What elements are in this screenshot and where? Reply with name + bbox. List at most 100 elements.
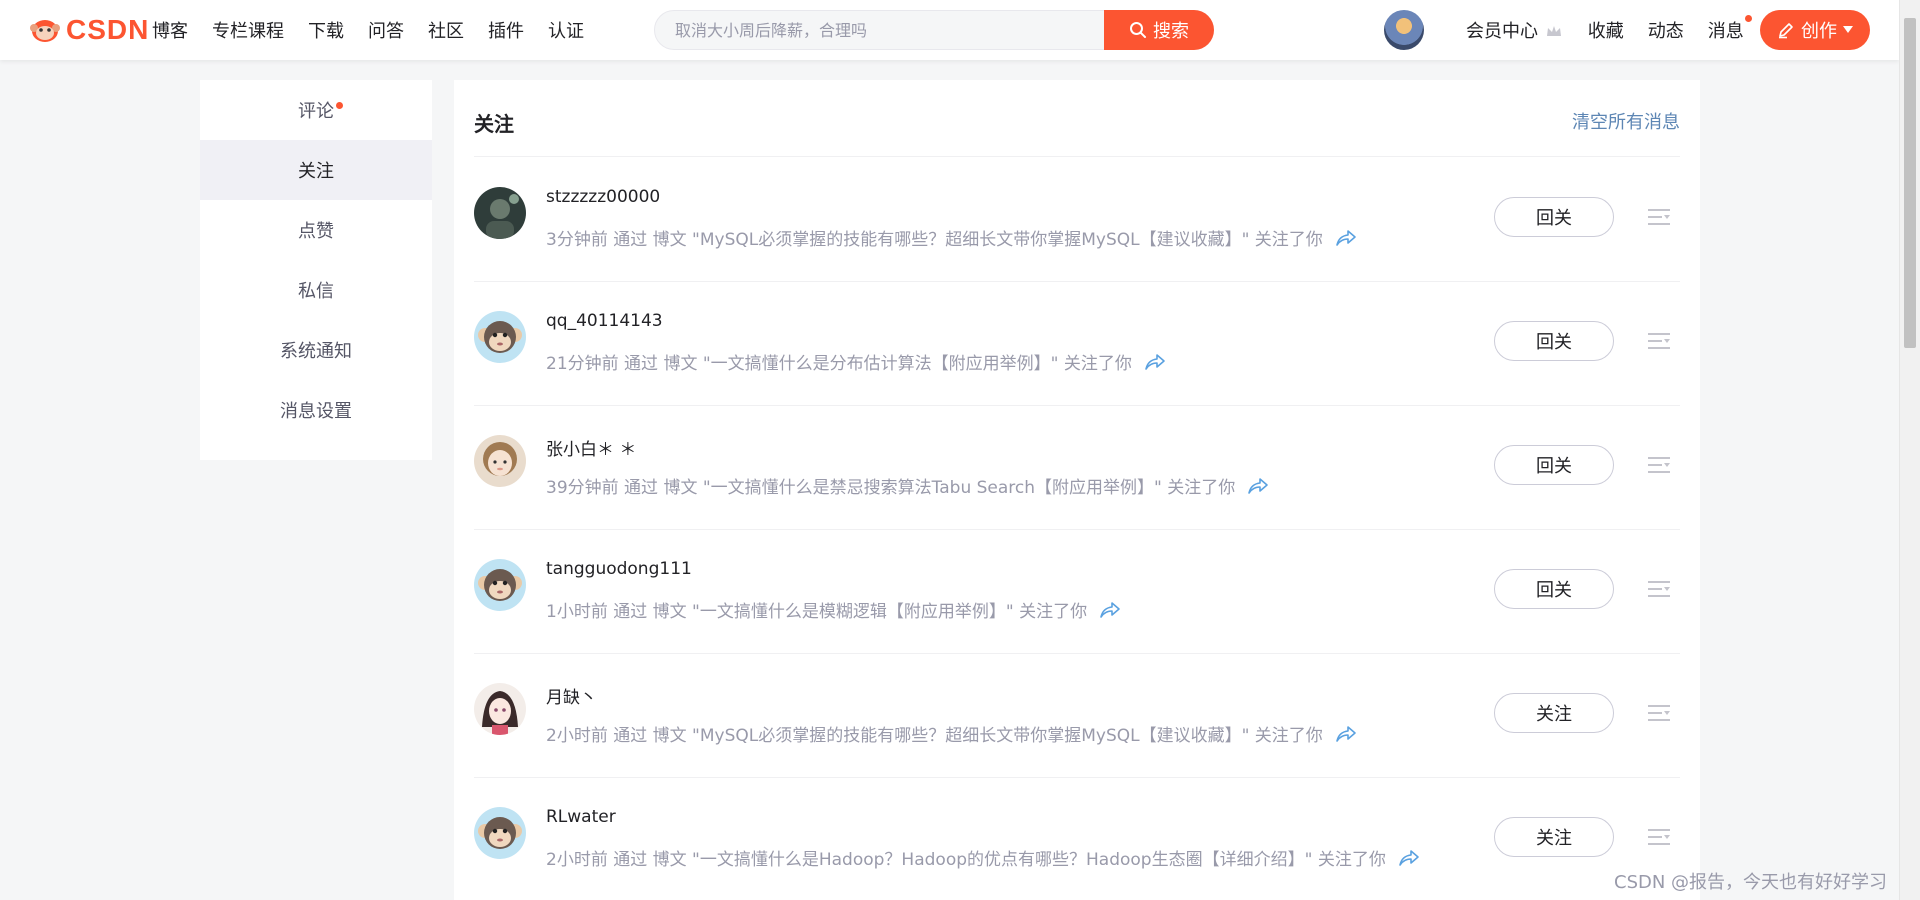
search-box: 搜索 — [654, 10, 1214, 50]
sidebar-item-label: 关注 — [298, 161, 334, 182]
user-avatar[interactable] — [1384, 10, 1424, 50]
search-input[interactable] — [655, 11, 1095, 49]
follower-name[interactable]: 张小白＊ ＊ — [546, 435, 636, 460]
nav-blog[interactable]: 博客 — [152, 17, 188, 43]
sidebar-item-label: 私信 — [298, 281, 334, 302]
share-icon[interactable] — [1247, 477, 1269, 495]
messages-label: 消息 — [1707, 21, 1744, 42]
scrollbar-thumb[interactable] — [1904, 18, 1916, 348]
more-options-icon[interactable] — [1646, 577, 1672, 601]
nav-qa[interactable]: 问答 — [368, 17, 404, 43]
message-sidebar: 评论 关注 点赞 私信 系统通知 消息设置 — [200, 80, 432, 460]
crown-icon — [1546, 26, 1561, 36]
follow-description: 21分钟前 通过 博文 "一文搞懂什么是分布估计算法【附应用举例】" 关注了你 — [546, 349, 1166, 374]
dynamics-link[interactable]: 动态 — [1648, 17, 1684, 43]
follower-name[interactable]: qq_40114143 — [546, 311, 663, 331]
more-options-icon[interactable] — [1646, 205, 1672, 229]
page-title: 关注 — [474, 112, 514, 136]
search-button[interactable]: 搜索 — [1104, 10, 1214, 50]
messages-link[interactable]: 消息 — [1707, 15, 1752, 43]
sidebar-item-likes[interactable]: 点赞 — [200, 200, 432, 260]
follow-description: 1小时前 通过 博文 "一文搞懂什么是模糊逻辑【附应用举例】" 关注了你 — [546, 597, 1121, 622]
follow-description-text: 1小时前 通过 博文 "一文搞懂什么是模糊逻辑【附应用举例】" 关注了你 — [546, 602, 1088, 622]
sidebar-item-label: 评论 — [298, 101, 334, 122]
follower-name[interactable]: 月缺丶 — [546, 683, 597, 708]
follow-back-button[interactable]: 关注 — [1494, 693, 1614, 733]
follow-description-text: 21分钟前 通过 博文 "一文搞懂什么是分布估计算法【附应用举例】" 关注了你 — [546, 354, 1132, 374]
panel-header: 关注 清空所有消息 — [474, 80, 1680, 157]
follow-row: RLwater 2小时前 通过 博文 "一文搞懂什么是Hadoop？Hadoop的… — [474, 777, 1680, 900]
more-options-icon[interactable] — [1646, 453, 1672, 477]
follow-back-button[interactable]: 回关 — [1494, 445, 1614, 485]
follower-avatar[interactable] — [474, 807, 526, 859]
logo-text: CSDN — [66, 14, 150, 45]
follow-description: 39分钟前 通过 博文 "一文搞懂什么是禁忌搜索算法Tabu Search【附应… — [546, 473, 1269, 498]
follower-avatar[interactable] — [474, 683, 526, 735]
follower-name[interactable]: RLwater — [546, 807, 616, 827]
main-nav: 博客 专栏课程 下载 问答 社区 插件 认证 — [152, 0, 608, 60]
nav-community[interactable]: 社区 — [428, 17, 464, 43]
csdn-logo[interactable]: CSDN — [30, 14, 149, 46]
follow-description-text: 39分钟前 通过 博文 "一文搞懂什么是禁忌搜索算法Tabu Search【附应… — [546, 478, 1236, 498]
follow-back-button[interactable]: 回关 — [1494, 569, 1614, 609]
create-button[interactable]: 创作 — [1760, 10, 1870, 50]
follow-row: 月缺丶 2小时前 通过 博文 "MySQL必须掌握的技能有哪些？超细长文带你掌握M… — [474, 653, 1680, 778]
pen-icon — [1779, 23, 1793, 39]
share-icon[interactable] — [1144, 353, 1166, 371]
follower-avatar[interactable] — [474, 435, 526, 487]
follower-avatar[interactable] — [474, 187, 526, 239]
follow-panel: 关注 清空所有消息 stzzzzz00000 3分钟前 通过 博文 "MySQL必… — [454, 80, 1700, 900]
clear-all-messages-link[interactable]: 清空所有消息 — [1572, 108, 1680, 134]
more-options-icon[interactable] — [1646, 701, 1672, 725]
sidebar-item-system-notices[interactable]: 系统通知 — [200, 320, 432, 380]
follow-description-text: 2小时前 通过 博文 "MySQL必须掌握的技能有哪些？超细长文带你掌握MySQ… — [546, 726, 1323, 746]
header-right-links: 会员中心 收藏 动态 消息 — [1466, 0, 1768, 60]
share-icon[interactable] — [1335, 229, 1357, 247]
share-icon[interactable] — [1099, 601, 1121, 619]
search-button-label: 搜索 — [1153, 21, 1189, 42]
follow-description: 3分钟前 通过 博文 "MySQL必须掌握的技能有哪些？超细长文带你掌握MySQ… — [546, 225, 1357, 250]
nav-certification[interactable]: 认证 — [548, 17, 584, 43]
follow-row: 张小白＊ ＊ 39分钟前 通过 博文 "一文搞懂什么是禁忌搜索算法Tabu Sea… — [474, 405, 1680, 530]
vip-center-link[interactable]: 会员中心 — [1466, 17, 1562, 43]
sidebar-item-label: 消息设置 — [280, 401, 352, 422]
share-icon[interactable] — [1398, 849, 1420, 867]
nav-plugins[interactable]: 插件 — [488, 17, 524, 43]
share-icon[interactable] — [1335, 725, 1357, 743]
messages-unread-dot — [1744, 15, 1752, 22]
sidebar-item-label: 点赞 — [298, 221, 334, 242]
nav-courses[interactable]: 专栏课程 — [212, 17, 284, 43]
follow-description: 2小时前 通过 博文 "一文搞懂什么是Hadoop？Hadoop的优点有哪些？H… — [546, 845, 1420, 870]
top-navbar: CSDN 博客 专栏课程 下载 问答 社区 插件 认证 搜索 会员中心 收藏 动… — [0, 0, 1899, 60]
search-icon — [1130, 22, 1146, 38]
follow-back-button[interactable]: 回关 — [1494, 321, 1614, 361]
more-options-icon[interactable] — [1646, 825, 1672, 849]
sidebar-item-private-messages[interactable]: 私信 — [200, 260, 432, 320]
page-scrollbar[interactable] — [1899, 0, 1920, 900]
follow-description: 2小时前 通过 博文 "MySQL必须掌握的技能有哪些？超细长文带你掌握MySQ… — [546, 721, 1357, 746]
follow-description-text: 2小时前 通过 博文 "一文搞懂什么是Hadoop？Hadoop的优点有哪些？H… — [546, 850, 1386, 870]
vip-center-label: 会员中心 — [1466, 21, 1538, 42]
caret-down-icon — [1843, 26, 1853, 33]
sidebar-item-comments[interactable]: 评论 — [200, 80, 432, 140]
follow-row: stzzzzz00000 3分钟前 通过 博文 "MySQL必须掌握的技能有哪些？… — [474, 157, 1680, 282]
follow-row: qq_40114143 21分钟前 通过 博文 "一文搞懂什么是分布估计算法【附应… — [474, 281, 1680, 406]
favorites-link[interactable]: 收藏 — [1588, 17, 1624, 43]
follower-name[interactable]: tangguodong111 — [546, 559, 692, 579]
follow-back-button[interactable]: 关注 — [1494, 817, 1614, 857]
follow-back-button[interactable]: 回关 — [1494, 197, 1614, 237]
follower-name[interactable]: stzzzzz00000 — [546, 187, 660, 207]
sidebar-item-message-settings[interactable]: 消息设置 — [200, 380, 432, 440]
monkey-logo-icon — [30, 20, 60, 42]
create-button-label: 创作 — [1801, 21, 1837, 42]
sidebar-item-follows[interactable]: 关注 — [200, 140, 432, 200]
nav-download[interactable]: 下载 — [308, 17, 344, 43]
follow-description-text: 3分钟前 通过 博文 "MySQL必须掌握的技能有哪些？超细长文带你掌握MySQ… — [546, 230, 1323, 250]
follower-avatar[interactable] — [474, 559, 526, 611]
follow-row: tangguodong111 1小时前 通过 博文 "一文搞懂什么是模糊逻辑【附应… — [474, 529, 1680, 654]
more-options-icon[interactable] — [1646, 329, 1672, 353]
watermark: CSDN @报告，今天也有好好学习 — [1614, 872, 1888, 893]
comments-unread-dot — [336, 102, 343, 109]
follower-avatar[interactable] — [474, 311, 526, 363]
sidebar-item-label: 系统通知 — [280, 341, 352, 362]
